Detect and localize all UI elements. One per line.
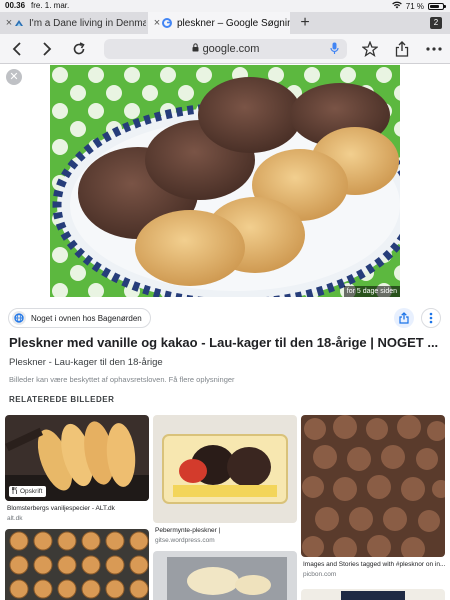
result-title-link[interactable]: Pleskner med vanille og kakao - Lau-kage… [9,335,441,350]
more-options-icon[interactable] [425,40,443,58]
address-bar[interactable]: google.com [104,39,347,59]
dough-photo [153,551,297,600]
reload-icon[interactable] [70,40,88,58]
recipe-badge-label: Opskrift [20,488,43,495]
status-time: 00.36 [5,1,26,10]
lock-icon [192,43,199,55]
result-subtitle: Pleskner - Lau-kager til den 18-årige [9,357,163,368]
bookmark-star-icon[interactable] [361,40,379,58]
cookies-on-rack-photo [5,529,149,600]
blog-favicon-icon [14,18,24,28]
source-chip[interactable]: Noget i ovnen hos Bagenørden [8,308,151,328]
source-label: Noget i ovnen hos Bagenørden [31,313,142,323]
more-vert-icon[interactable] [421,308,441,328]
book-cover-photo [301,589,445,600]
recipe-badge: Opskrift [9,486,47,497]
cookie-plate-photo [50,65,400,297]
battery-icon [428,2,446,10]
browser-toolbar: google.com [0,34,450,64]
tab-count-button[interactable]: 2 [430,17,442,29]
status-date: fre. 1. mar. [31,1,70,10]
battery-percent: 71 % [405,1,424,11]
related-caption[interactable]: Blomsterbergs vaniljespecier - ALT.dk [7,505,149,512]
related-image-book[interactable] [301,589,445,600]
image-age-label: for 5 dage siden [343,286,400,297]
related-image-vanilla[interactable]: Opskrift [5,415,149,501]
related-image-peppermint[interactable] [153,415,297,523]
tab-title: I'm a Dane living in Denmar [29,17,146,29]
forward-arrow-icon[interactable] [38,40,56,58]
related-image-dough[interactable] [153,551,297,600]
microphone-icon[interactable] [330,42,339,58]
status-bar: 00.36 fre. 1. mar. 71 % [0,0,450,12]
related-source: picbon.com [303,571,337,578]
new-tab-plus-icon[interactable]: + [296,14,314,32]
status-right: 71 % [391,1,446,11]
share-result-button[interactable] [394,308,414,328]
wifi-icon [391,1,402,11]
close-tab-icon[interactable]: × [152,17,162,29]
related-source: gitse.wordpress.com [155,537,215,544]
related-images-heading: RELATEREDE BILLEDER [9,395,115,404]
tab-bar: × I'm a Dane living in Denmar × pleskner… [0,12,450,34]
related-caption[interactable]: Images and Stories tagged with #plesknor… [303,561,445,568]
related-source: alt.dk [7,515,23,522]
tab-google[interactable]: × pleskner – Google Søgning [148,12,290,34]
url-text: google.com [202,43,260,55]
fork-knife-icon [11,486,18,496]
peppermint-package-photo [153,415,297,523]
related-image-tray[interactable] [5,529,149,600]
related-image-chocolate[interactable] [301,415,445,557]
page-content: ✕ for 5 dage siden Noget i ovnen hos Bag… [0,65,450,600]
battery-fill [430,4,439,8]
google-favicon-icon [162,18,172,28]
back-arrow-icon[interactable] [8,40,26,58]
chocolate-cookies-photo [301,415,445,557]
close-tab-icon[interactable]: × [4,17,14,29]
tab-title: pleskner – Google Søgning [177,17,290,29]
hero-image[interactable]: for 5 dage siden [50,65,400,297]
tab-dane[interactable]: × I'm a Dane living in Denmar [0,12,146,34]
site-favicon-icon [12,311,26,325]
copyright-note[interactable]: Billeder kan være beskyttet af ophavsret… [9,375,235,384]
close-preview-button[interactable]: ✕ [6,69,22,85]
related-caption[interactable]: Pebermynte-pleskner | [155,527,297,534]
share-icon[interactable] [393,40,411,58]
